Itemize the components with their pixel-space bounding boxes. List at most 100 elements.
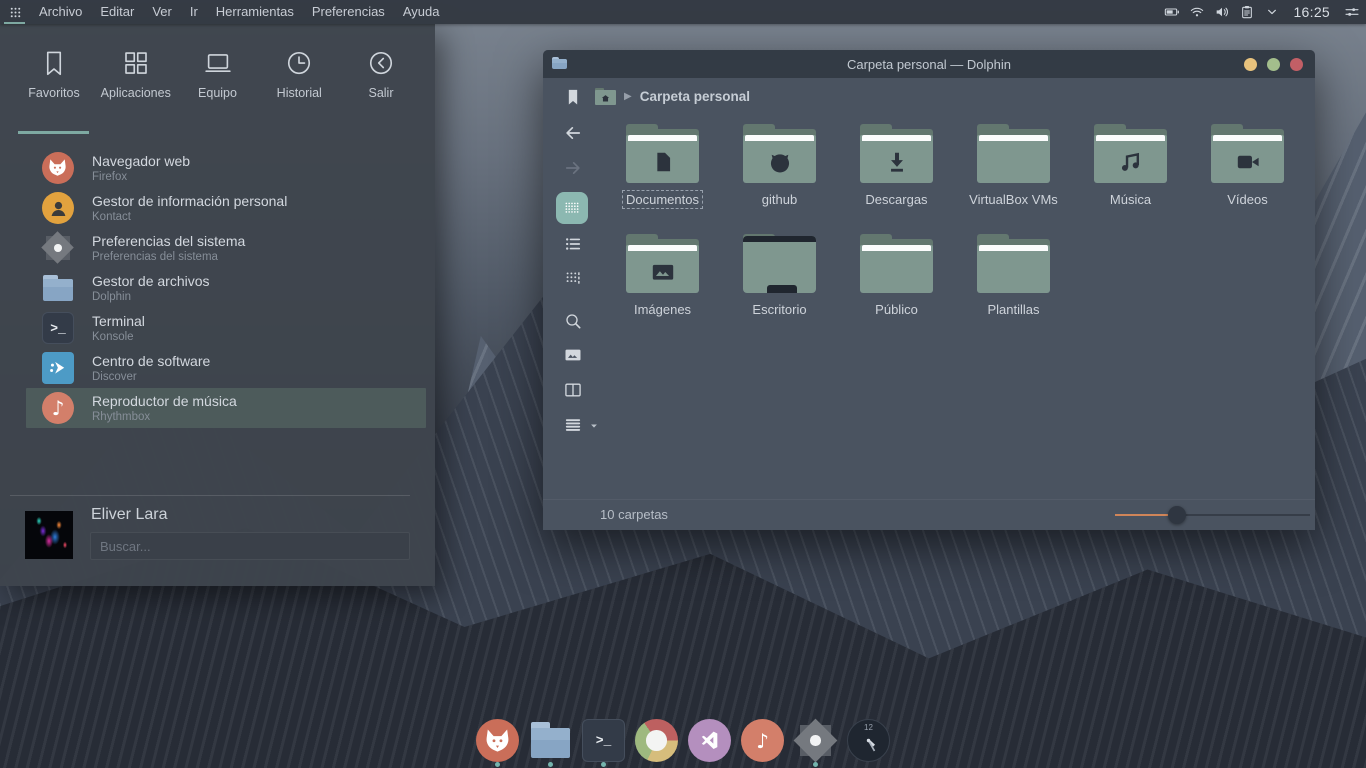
window-titlebar[interactable]: Carpeta personal — Dolphin <box>543 50 1315 78</box>
dock-firefox[interactable] <box>476 719 519 767</box>
launcher-grid-icon <box>8 5 23 20</box>
search-input[interactable] <box>90 532 410 560</box>
menu-ver[interactable]: Ver <box>143 0 181 24</box>
dock-vscode[interactable] <box>688 719 731 767</box>
search-button[interactable] <box>559 307 587 335</box>
dock-folder[interactable] <box>529 719 572 767</box>
app-item-preferencias-del-sistema[interactable]: Preferencias del sistemaPreferencias del… <box>0 228 435 268</box>
breadcrumb-current-folder[interactable]: Carpeta personal <box>640 89 750 104</box>
folder-label: Música <box>1106 190 1155 209</box>
folder-publico[interactable]: Público <box>838 234 955 344</box>
app-subtitle: Kontact <box>92 210 287 224</box>
home-folder-icon[interactable] <box>595 88 616 105</box>
running-indicator <box>548 762 553 767</box>
slider-knob[interactable] <box>1168 506 1186 524</box>
dock-clock[interactable]: 12 <box>847 719 890 767</box>
volume-icon[interactable] <box>1211 2 1232 23</box>
running-indicator <box>813 762 818 767</box>
window-title: Carpeta personal — Dolphin <box>543 57 1315 72</box>
folder-descargas[interactable]: Descargas <box>838 124 955 234</box>
minimize-button[interactable] <box>1244 58 1257 71</box>
firefox-icon <box>476 719 519 762</box>
app-item-firefox[interactable]: Navegador webFirefox <box>0 148 435 188</box>
favorites-list: Navegador webFirefox Gestor de informació… <box>0 148 435 428</box>
rhythmbox-icon: ♪ <box>741 719 784 762</box>
zoom-slider[interactable] <box>1115 514 1310 516</box>
preview-button[interactable] <box>559 341 587 369</box>
caret-down-icon[interactable] <box>589 421 599 431</box>
maximize-button[interactable] <box>1267 58 1280 71</box>
menu-herramientas[interactable]: Herramientas <box>207 0 303 24</box>
compact-view-button[interactable] <box>559 264 587 292</box>
grid-view-button[interactable] <box>556 192 588 224</box>
rhythmbox-icon: ♪ <box>741 719 784 762</box>
dock-konsole[interactable]: >_ <box>582 719 625 767</box>
app-title: Reproductor de música <box>92 393 237 410</box>
menu-preferencias[interactable]: Preferencias <box>303 0 394 24</box>
dolphin-app-icon <box>551 56 568 71</box>
app-item-kontact[interactable]: Gestor de información personalKontact <box>0 188 435 228</box>
bookmark-button[interactable] <box>559 83 587 111</box>
back-button[interactable] <box>559 119 587 147</box>
user-avatar[interactable] <box>25 511 73 559</box>
menu-ayuda[interactable]: Ayuda <box>394 0 449 24</box>
breadcrumb: ▶ Carpeta personal <box>595 82 750 110</box>
dolphin-side-toolbar <box>543 78 591 502</box>
clipboard-icon[interactable] <box>1236 2 1257 23</box>
chevron-down-icon[interactable] <box>1261 2 1282 23</box>
app-item-rhythmbox[interactable]: ♪Reproductor de músicaRhythmbox <box>26 388 426 428</box>
close-button[interactable] <box>1290 58 1303 71</box>
dock-chrome[interactable] <box>635 719 678 767</box>
konsole-icon: >_ <box>42 312 74 344</box>
app-item-texts: Preferencias del sistemaPreferencias del… <box>92 233 245 264</box>
battery-icon[interactable] <box>1161 2 1182 23</box>
clock[interactable]: 16:25 <box>1286 4 1337 20</box>
folder-escritorio[interactable]: Escritorio <box>721 234 838 344</box>
dock-settings[interactable] <box>794 719 837 767</box>
app-subtitle: Dolphin <box>92 290 210 304</box>
folder-imagenes[interactable]: Imágenes <box>604 234 721 344</box>
tab-equipo[interactable]: Equipo <box>178 44 258 120</box>
folder-plantillas[interactable]: Plantillas <box>955 234 1072 344</box>
wifi-icon[interactable] <box>1186 2 1207 23</box>
folder-icon <box>626 124 699 183</box>
tab-favoritos[interactable]: Favoritos <box>14 44 94 120</box>
folder-label: Escritorio <box>748 300 810 319</box>
menu-editar[interactable]: Editar <box>91 0 143 24</box>
panel-sliders-icon[interactable] <box>1341 2 1362 23</box>
app-item-konsole[interactable]: >_TerminalKonsole <box>0 308 435 348</box>
firefox-icon <box>42 152 74 184</box>
app-item-dolphin[interactable]: Gestor de archivosDolphin <box>0 268 435 308</box>
forward-button[interactable] <box>559 154 587 182</box>
chrome-icon <box>635 719 678 762</box>
app-item-discover[interactable]: Centro de softwareDiscover <box>0 348 435 388</box>
app-subtitle: Preferencias del sistema <box>92 250 245 264</box>
app-item-texts: Navegador webFirefox <box>92 153 190 184</box>
konsole-icon: >_ <box>582 719 625 762</box>
folder-label: VirtualBox VMs <box>965 190 1062 209</box>
folder-documentos[interactable]: Documentos <box>604 124 721 234</box>
statusbar: 10 carpetas <box>543 499 1315 530</box>
dock-rhythmbox[interactable]: ♪ <box>741 719 784 767</box>
list-view-button[interactable] <box>559 230 587 258</box>
folder-label: Descargas <box>861 190 931 209</box>
tab-salir[interactable]: Salir <box>341 44 421 120</box>
firefox-icon <box>476 719 519 762</box>
folder-musica[interactable]: Música <box>1072 124 1189 234</box>
folder-github[interactable]: github <box>721 124 838 234</box>
tab-aplicaciones[interactable]: Aplicaciones <box>96 44 176 120</box>
running-indicator <box>601 762 606 767</box>
folder-icon <box>1211 124 1284 183</box>
menu-ir[interactable]: Ir <box>181 0 207 24</box>
konsole-icon: >_ <box>582 719 625 762</box>
menu-archivo[interactable]: Archivo <box>30 0 91 24</box>
settings-icon <box>794 719 837 762</box>
tab-historial[interactable]: Historial <box>259 44 339 120</box>
split-button[interactable] <box>559 376 587 404</box>
app-launcher-button[interactable] <box>0 0 30 24</box>
leave-icon <box>366 48 396 78</box>
global-menubar: ArchivoEditarVerIrHerramientasPreferenci… <box>30 0 448 24</box>
folder-virtualbox-vms[interactable]: VirtualBox VMs <box>955 124 1072 234</box>
folder-videos[interactable]: Vídeos <box>1189 124 1306 234</box>
hamburger-menu-button[interactable] <box>559 411 587 439</box>
